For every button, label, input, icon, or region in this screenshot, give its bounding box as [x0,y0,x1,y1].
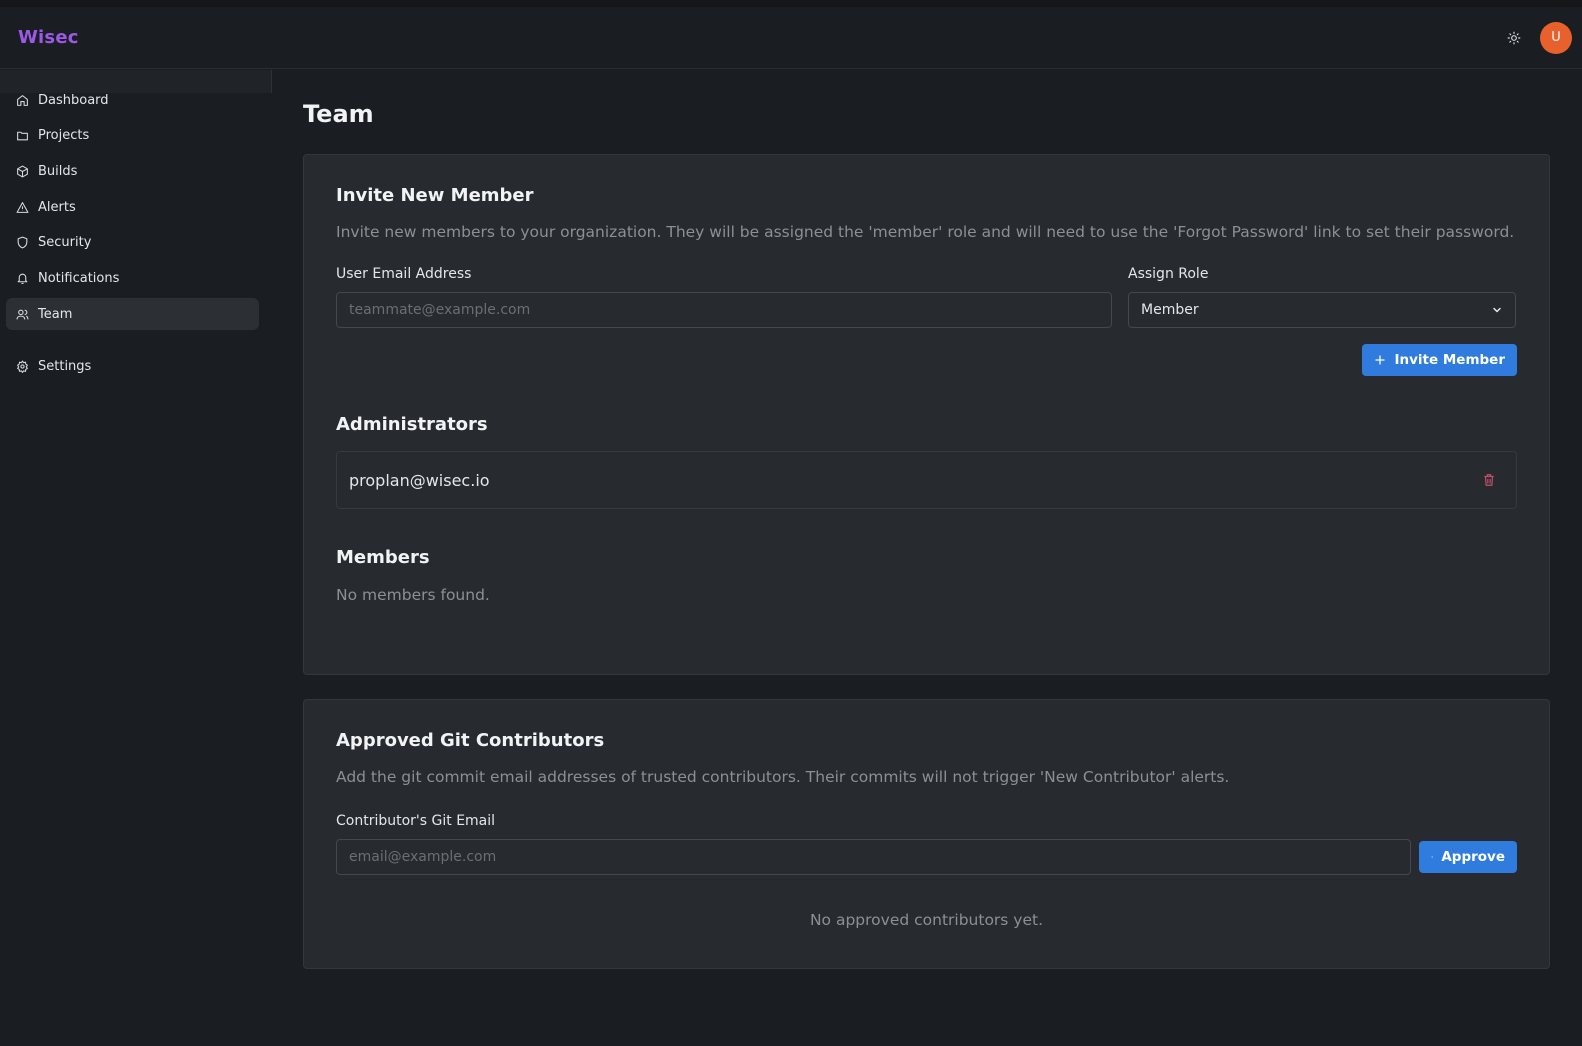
bell-icon [17,273,28,284]
sidebar-item-builds[interactable]: Builds [6,155,259,187]
sidebar-item-label: Notifications [38,270,120,286]
sidebar-item-settings[interactable]: Settings [6,350,259,382]
sidebar-item-team[interactable]: Team [6,298,259,331]
contributor-email-label: Contributor's Git Email [336,813,496,829]
user-avatar[interactable]: U [1540,21,1572,54]
box-icon [17,165,28,178]
approve-button[interactable]: Approve [1419,841,1517,873]
invite-member-button[interactable]: Invite Member [1362,344,1517,376]
admin-email: proplan@wisec.io [349,470,490,490]
sidebar-item-label: Team [38,306,73,322]
app-logo[interactable]: Wisec [18,27,79,48]
contributors-card: Approved Git Contributors Add the git co… [303,699,1550,969]
users-icon [16,309,29,320]
sidebar-item-label: Alerts [38,199,76,215]
sidebar-nav: Dashboard Projects Builds Alerts Securit… [0,84,272,382]
contributor-email-input[interactable] [336,839,1411,875]
sun-icon [1507,31,1521,44]
header-actions: U [1502,21,1572,54]
role-field-group: Assign Role Member [1128,266,1516,328]
theme-toggle-button[interactable] [1502,26,1526,50]
plus-icon [1431,856,1434,858]
invite-email-input[interactable] [336,292,1112,328]
sidebar: Dashboard Projects Builds Alerts Securit… [0,70,272,1046]
team-card: Invite New Member Invite new members to … [303,154,1550,675]
invite-button-row: Invite Member [336,344,1517,376]
administrators-title: Administrators [336,414,488,435]
sidebar-item-notifications[interactable]: Notifications [6,262,259,294]
invite-title: Invite New Member [336,185,534,206]
sidebar-item-security[interactable]: Security [6,227,259,259]
contributor-form-row: Approve [336,839,1517,875]
contributors-empty-text: No approved contributors yet. [809,911,1044,929]
trash-icon[interactable] [1482,473,1496,487]
sidebar-item-alerts[interactable]: Alerts [6,191,259,223]
role-label: Assign Role [1128,266,1209,282]
contributors-description: Add the git commit email addresses of tr… [336,768,1230,786]
chevron-down-icon [1493,307,1501,313]
invite-description: Invite new members to your organization.… [336,223,1515,241]
sidebar-item-label: Security [38,235,92,251]
sidebar-item-label: Builds [38,163,78,179]
page-title: Team [303,100,374,128]
sidebar-item-projects[interactable]: Projects [6,120,259,152]
approve-label: Approve [1441,849,1505,865]
folder-icon [17,131,28,141]
shield-icon [17,236,28,249]
email-field-group: User Email Address [336,266,1112,328]
contributors-title: Approved Git Contributors [336,730,605,751]
admin-list-item: proplan@wisec.io [336,451,1517,509]
app-header: Wisec U [0,7,1582,69]
members-title: Members [336,547,430,568]
invite-member-label: Invite Member [1394,352,1505,368]
sidebar-item-label: Settings [38,358,92,374]
sidebar-item-label: Dashboard [38,92,109,108]
alert-triangle-icon [16,201,29,213]
gear-icon [17,360,28,373]
members-empty-text: No members found. [336,586,490,604]
home-icon [17,94,28,106]
sidebar-item-label: Projects [38,128,90,144]
plus-icon [1375,355,1386,365]
email-label: User Email Address [336,266,472,282]
top-strip [0,0,1582,7]
sidebar-item-dashboard[interactable]: Dashboard [6,84,259,116]
role-select-value: Member [1141,302,1199,318]
role-select[interactable]: Member [1128,292,1516,328]
invite-form-row: User Email Address Assign Role Member [336,266,1517,328]
